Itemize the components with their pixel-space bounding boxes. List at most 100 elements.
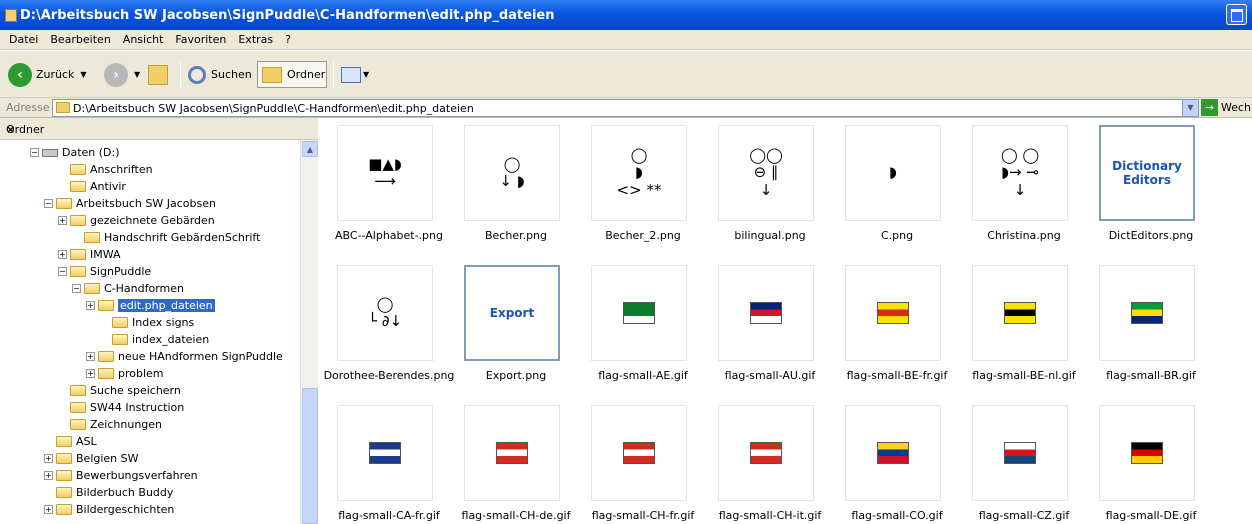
- tree-item[interactable]: + Bewerbungsverfahren: [44, 467, 198, 484]
- tree-item[interactable]: Index signs: [100, 314, 194, 331]
- tree-item[interactable]: Suche speichern: [58, 382, 181, 399]
- collapse-icon[interactable]: −: [58, 267, 67, 276]
- file-thumbnail[interactable]: [1099, 265, 1195, 361]
- file-thumbnail[interactable]: Dictionary Editors: [1099, 125, 1195, 221]
- signwriting-image: ◯ └ ∂↓: [367, 294, 403, 330]
- tree-item[interactable]: Bilderbuch Buddy: [44, 484, 173, 501]
- menu-bar: Datei Bearbeiten Ansicht Favoriten Extra…: [0, 30, 1252, 50]
- file-thumbnail[interactable]: [845, 405, 941, 501]
- file-thumbnail[interactable]: [591, 265, 687, 361]
- folder-icon: [262, 66, 282, 83]
- tree-item[interactable]: + edit.php_dateien: [86, 297, 215, 314]
- menu-help[interactable]: ?: [279, 33, 297, 46]
- maximize-button[interactable]: [1226, 4, 1247, 25]
- file-thumbnail[interactable]: ■▲◗ ⟶: [337, 125, 433, 221]
- tree-item[interactable]: Antivir: [58, 178, 126, 195]
- folder-icon: [70, 385, 86, 396]
- file-thumbnail[interactable]: [337, 405, 433, 501]
- tree-item[interactable]: + Belgien SW: [44, 450, 139, 467]
- close-pane-button[interactable]: ×: [6, 123, 15, 136]
- collapse-icon[interactable]: −: [44, 199, 53, 208]
- tree-item[interactable]: + gezeichnete Gebärden: [58, 212, 215, 229]
- flag-image: [750, 442, 782, 464]
- file-thumbnail[interactable]: Export: [464, 265, 560, 361]
- address-value: D:\Arbeitsbuch SW Jacobsen\SignPuddle\C-…: [73, 102, 474, 115]
- tree-scrollbar[interactable]: ▲: [300, 140, 318, 524]
- tree-item-label: index_dateien: [132, 333, 210, 346]
- menu-bearbeiten[interactable]: Bearbeiten: [44, 33, 116, 46]
- scroll-thumb[interactable]: [302, 388, 318, 524]
- file-thumbnail[interactable]: ◗: [845, 125, 941, 221]
- file-thumbnail[interactable]: [972, 265, 1068, 361]
- expand-icon[interactable]: +: [44, 454, 53, 463]
- tree-item-label: Belgien SW: [76, 452, 139, 465]
- menu-extras[interactable]: Extras: [232, 33, 279, 46]
- file-name: flag-small-CA-fr.gif: [338, 509, 440, 522]
- tree-item-label: Anschriften: [90, 163, 153, 176]
- file-thumbnail[interactable]: [718, 405, 814, 501]
- expand-icon[interactable]: +: [44, 505, 53, 514]
- back-button[interactable]: ‹ Zurück ▼: [8, 61, 87, 88]
- collapse-icon[interactable]: −: [30, 148, 39, 157]
- tree-item-label: Zeichnungen: [90, 418, 163, 431]
- file-thumbnail[interactable]: ◯ ↓ ◗: [464, 125, 560, 221]
- folder-icon: [112, 317, 128, 328]
- file-name: flag-small-BE-fr.gif: [846, 369, 948, 382]
- tree-item[interactable]: ASL: [44, 433, 97, 450]
- tree-item-label: Suche speichern: [90, 384, 181, 397]
- tree-item[interactable]: Zeichnungen: [58, 416, 162, 433]
- address-dropdown-button[interactable]: ▼: [1182, 100, 1198, 116]
- expand-icon[interactable]: +: [44, 471, 53, 480]
- file-thumbnail[interactable]: ◯◯ ⊖ ∥ ↓: [718, 125, 814, 221]
- file-thumbnail[interactable]: [845, 265, 941, 361]
- scroll-up-button[interactable]: ▲: [302, 141, 318, 157]
- tree-item-label: SignPuddle: [90, 265, 152, 278]
- address-field[interactable]: D:\Arbeitsbuch SW Jacobsen\SignPuddle\C-…: [52, 99, 1199, 117]
- file-thumbnail[interactable]: [1099, 405, 1195, 501]
- menu-datei[interactable]: Datei: [3, 33, 44, 46]
- expand-icon[interactable]: +: [58, 216, 67, 225]
- menu-ansicht[interactable]: Ansicht: [117, 33, 170, 46]
- tree-item[interactable]: + neue HAndformen SignPuddle: [86, 348, 283, 365]
- file-name: DictEditors.png: [1108, 229, 1194, 242]
- tree-item[interactable]: + IMWA: [58, 246, 121, 263]
- file-thumbnail[interactable]: [972, 405, 1068, 501]
- file-thumbnail[interactable]: [464, 405, 560, 501]
- tree-item[interactable]: Anschriften: [58, 161, 153, 178]
- tree-item[interactable]: − SignPuddle: [58, 263, 151, 280]
- forward-button[interactable]: › ▼: [104, 61, 140, 88]
- signwriting-image: ◯ ◯ ◗→ ⊸ ↓: [1000, 146, 1040, 199]
- chevron-down-icon: ▼: [134, 70, 141, 79]
- expand-icon[interactable]: +: [86, 369, 95, 378]
- folder-tree: − Daten (D:) Anschriften Antivir − Arbeitsbuc…: [0, 140, 300, 524]
- file-name: flag-small-CH-it.gif: [718, 509, 822, 522]
- up-folder-button[interactable]: [148, 61, 168, 88]
- flag-image: [623, 302, 655, 324]
- file-thumbnail[interactable]: [591, 405, 687, 501]
- folder-icon: [70, 249, 86, 260]
- folder-pane-header: Ordner ×: [0, 118, 318, 140]
- expand-icon[interactable]: +: [86, 352, 95, 361]
- menu-favoriten[interactable]: Favoriten: [169, 33, 232, 46]
- tree-item[interactable]: SW44 Instruction: [58, 399, 184, 416]
- search-button[interactable]: Suchen: [188, 61, 252, 88]
- views-button[interactable]: ▼: [341, 61, 369, 88]
- file-thumbnail[interactable]: ◯ ◗ <> **: [591, 125, 687, 221]
- chevron-down-icon: ▼: [363, 70, 370, 79]
- tree-item[interactable]: − Daten (D:): [30, 144, 120, 161]
- go-button[interactable]: → Wech: [1201, 99, 1251, 116]
- expand-icon[interactable]: +: [86, 301, 95, 310]
- file-thumbnail[interactable]: ◯ └ ∂↓: [337, 265, 433, 361]
- tree-item[interactable]: − C-Handformen: [72, 280, 184, 297]
- file-thumbnail[interactable]: [718, 265, 814, 361]
- file-thumbnail[interactable]: ◯ ◯ ◗→ ⊸ ↓: [972, 125, 1068, 221]
- expand-icon[interactable]: +: [58, 250, 67, 259]
- tree-item[interactable]: index_dateien: [100, 331, 209, 348]
- file-name: flag-small-DE.gif: [1105, 509, 1197, 522]
- collapse-icon[interactable]: −: [72, 284, 81, 293]
- tree-item[interactable]: − Arbeitsbuch SW Jacobsen: [44, 195, 216, 212]
- tree-item[interactable]: Handschrift GebärdenSchrift: [72, 229, 260, 246]
- folders-button[interactable]: Ordner: [257, 61, 327, 88]
- tree-item[interactable]: + problem: [86, 365, 164, 382]
- tree-item[interactable]: + Bildergeschichten: [44, 501, 174, 518]
